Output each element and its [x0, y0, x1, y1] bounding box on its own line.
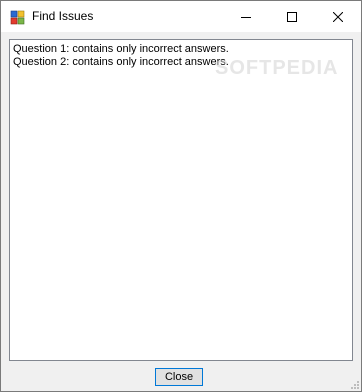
find-issues-window: Find Issues Question 1: contains only in…	[0, 0, 362, 392]
minimize-icon	[241, 16, 251, 18]
app-window-icon	[10, 9, 26, 25]
close-window-button[interactable]	[315, 1, 361, 32]
issues-list: Question 1: contains only incorrect answ…	[13, 43, 349, 69]
issue-line: Question 2: contains only incorrect answ…	[13, 56, 229, 68]
issue-line: Question 1: contains only incorrect answ…	[13, 43, 229, 55]
maximize-icon	[287, 11, 297, 22]
window-title: Find Issues	[32, 9, 94, 23]
title-bar[interactable]: Find Issues	[1, 1, 361, 32]
resize-grip-icon[interactable]	[350, 380, 360, 390]
close-icon	[333, 11, 343, 22]
issues-textbox[interactable]: Question 1: contains only incorrect answ…	[9, 39, 353, 361]
close-button[interactable]: Close	[155, 368, 203, 386]
minimize-button[interactable]	[223, 1, 269, 32]
maximize-button[interactable]	[269, 1, 315, 32]
